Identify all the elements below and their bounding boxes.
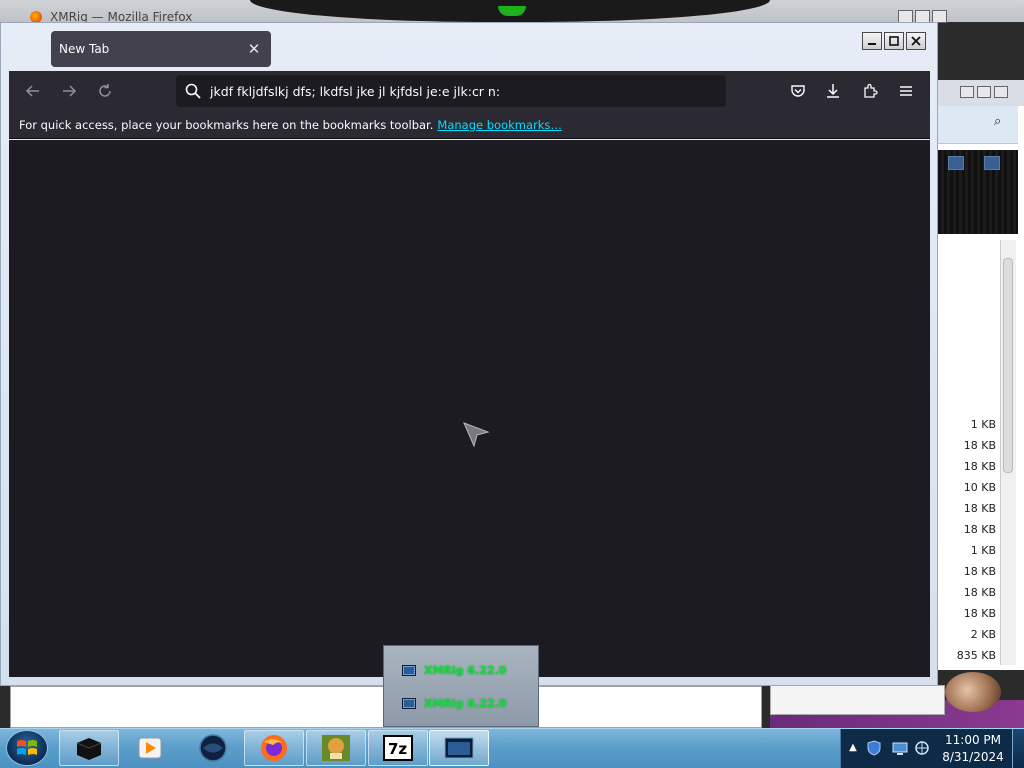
file-explorer-search-bar[interactable] xyxy=(938,106,1018,144)
plus-icon: + xyxy=(286,37,302,59)
terminal-window-icon xyxy=(402,664,416,676)
file-thumbnail[interactable] xyxy=(948,156,964,170)
popup-window-item[interactable]: XMRig 6.22.0 xyxy=(402,661,506,679)
page-content[interactable] xyxy=(9,140,930,677)
taskbar-item-7zip[interactable]: 7z xyxy=(368,730,428,766)
file-size: 18 KB xyxy=(963,460,996,473)
chevron-down-icon: ⌄ xyxy=(794,40,806,56)
windows-logo-icon xyxy=(17,740,37,755)
tab-label: New Tab xyxy=(59,42,110,56)
file-size: 835 KB xyxy=(956,649,996,662)
taskbar-item-terminal[interactable] xyxy=(59,730,119,766)
taskbar-item-globe[interactable] xyxy=(183,730,243,766)
extensions-button[interactable] xyxy=(858,79,882,103)
search-icon[interactable]: ⌕ xyxy=(994,114,1001,129)
file-size: 2 KB xyxy=(970,628,996,641)
terminal-window-icon xyxy=(402,697,416,709)
clock-time[interactable]: 11:00 PM xyxy=(940,733,1006,747)
tab-new-tab[interactable]: New Tab ✕ xyxy=(51,31,271,67)
minimize-icon[interactable] xyxy=(960,86,974,98)
file-size: 18 KB xyxy=(963,607,996,620)
firefox-window-controls xyxy=(862,32,926,50)
close-icon[interactable] xyxy=(994,86,1008,98)
forward-arrow-icon xyxy=(63,85,77,97)
close-button[interactable] xyxy=(906,32,926,50)
downloads-button[interactable] xyxy=(821,79,845,103)
search-icon xyxy=(185,83,201,99)
planet-image xyxy=(945,672,1001,712)
black-box-icon xyxy=(76,738,102,760)
url-input[interactable]: jkdf fkljdfslkj dfs; lkdfsl jke jl kjfds… xyxy=(210,84,500,99)
list-all-tabs-button[interactable]: ⌄ xyxy=(790,38,810,58)
file-size: 1 KB xyxy=(970,544,996,557)
pocket-icon xyxy=(791,85,805,97)
hamburger-menu-icon xyxy=(900,86,912,96)
file-size: 1 KB xyxy=(970,418,996,431)
show-hidden-icons-button[interactable]: ▲ xyxy=(846,740,860,754)
taskbar-item-firefox[interactable] xyxy=(244,730,304,766)
show-desktop-button[interactable] xyxy=(1012,729,1024,768)
pocket-button[interactable] xyxy=(786,79,810,103)
file-size: 18 KB xyxy=(963,586,996,599)
svg-text:7z: 7z xyxy=(388,740,407,758)
taskbar-item-media-player[interactable] xyxy=(120,730,180,766)
manage-bookmarks-link[interactable]: Manage bookmarks… xyxy=(437,118,562,132)
sandbox-app-icon xyxy=(322,735,350,761)
taskbar-item-xmrig[interactable] xyxy=(429,730,489,766)
background-window-panel xyxy=(770,685,945,715)
reload-button[interactable] xyxy=(93,79,117,103)
taskbar-thumbnail-popup: XMRig 6.22.0 XMRig 6.22.0 xyxy=(383,645,539,727)
file-size: 18 KB xyxy=(963,502,996,515)
taskbar-item-sandboxie[interactable] xyxy=(306,730,366,766)
back-arrow-icon xyxy=(25,85,39,97)
extensions-icon xyxy=(864,83,878,98)
firefox-icon xyxy=(261,735,287,761)
forward-button[interactable] xyxy=(57,79,81,103)
popup-window-label: XMRig 6.22.0 xyxy=(424,696,507,710)
popup-window-item[interactable]: XMRig 6.22.0 xyxy=(402,694,506,712)
media-player-icon xyxy=(138,737,162,759)
mouse-cursor-icon xyxy=(463,422,490,448)
network-icon[interactable] xyxy=(914,740,930,756)
globe-icon xyxy=(199,734,227,762)
clock-date[interactable]: 8/31/2024 xyxy=(940,750,1006,764)
minimize-button[interactable] xyxy=(862,32,882,50)
scrollbar-thumb[interactable] xyxy=(1003,258,1013,473)
navigation-toolbar: jkdf fkljdfslkj dfs; lkdfsl jke jl kjfds… xyxy=(9,71,930,111)
close-icon[interactable]: ✕ xyxy=(245,40,263,58)
file-size-column: 1 KB 18 KB 18 KB 10 KB 18 KB 18 KB 1 KB … xyxy=(938,414,1000,666)
new-tab-button[interactable]: + xyxy=(284,37,304,59)
url-bar[interactable]: jkdf fkljdfslkj dfs; lkdfsl jke jl kjfds… xyxy=(176,75,726,107)
bookmarks-toolbar-message: For quick access, place your bookmarks h… xyxy=(19,117,434,132)
shield-icon[interactable] xyxy=(866,740,882,756)
file-thumbnail[interactable] xyxy=(984,156,1000,170)
bookmarks-toolbar: For quick access, place your bookmarks h… xyxy=(9,111,930,139)
file-size: 18 KB xyxy=(963,439,996,452)
popup-window-label: XMRig 6.22.0 xyxy=(424,663,507,677)
file-size: 10 KB xyxy=(963,481,996,494)
file-explorer-controls xyxy=(960,86,1008,98)
maximize-icon xyxy=(889,36,899,46)
download-icon xyxy=(827,84,839,98)
app-menu-button[interactable] xyxy=(894,79,918,103)
back-button[interactable] xyxy=(21,79,45,103)
file-size: 18 KB xyxy=(963,565,996,578)
maximize-icon[interactable] xyxy=(977,86,991,98)
minimize-icon xyxy=(868,43,876,45)
terminal-window-icon xyxy=(444,737,474,759)
monitor-icon[interactable] xyxy=(892,740,908,756)
close-icon xyxy=(911,36,921,46)
file-size: 18 KB xyxy=(963,523,996,536)
7zip-icon: 7z xyxy=(383,735,413,761)
reload-icon xyxy=(99,84,111,97)
maximize-button[interactable] xyxy=(884,32,904,50)
